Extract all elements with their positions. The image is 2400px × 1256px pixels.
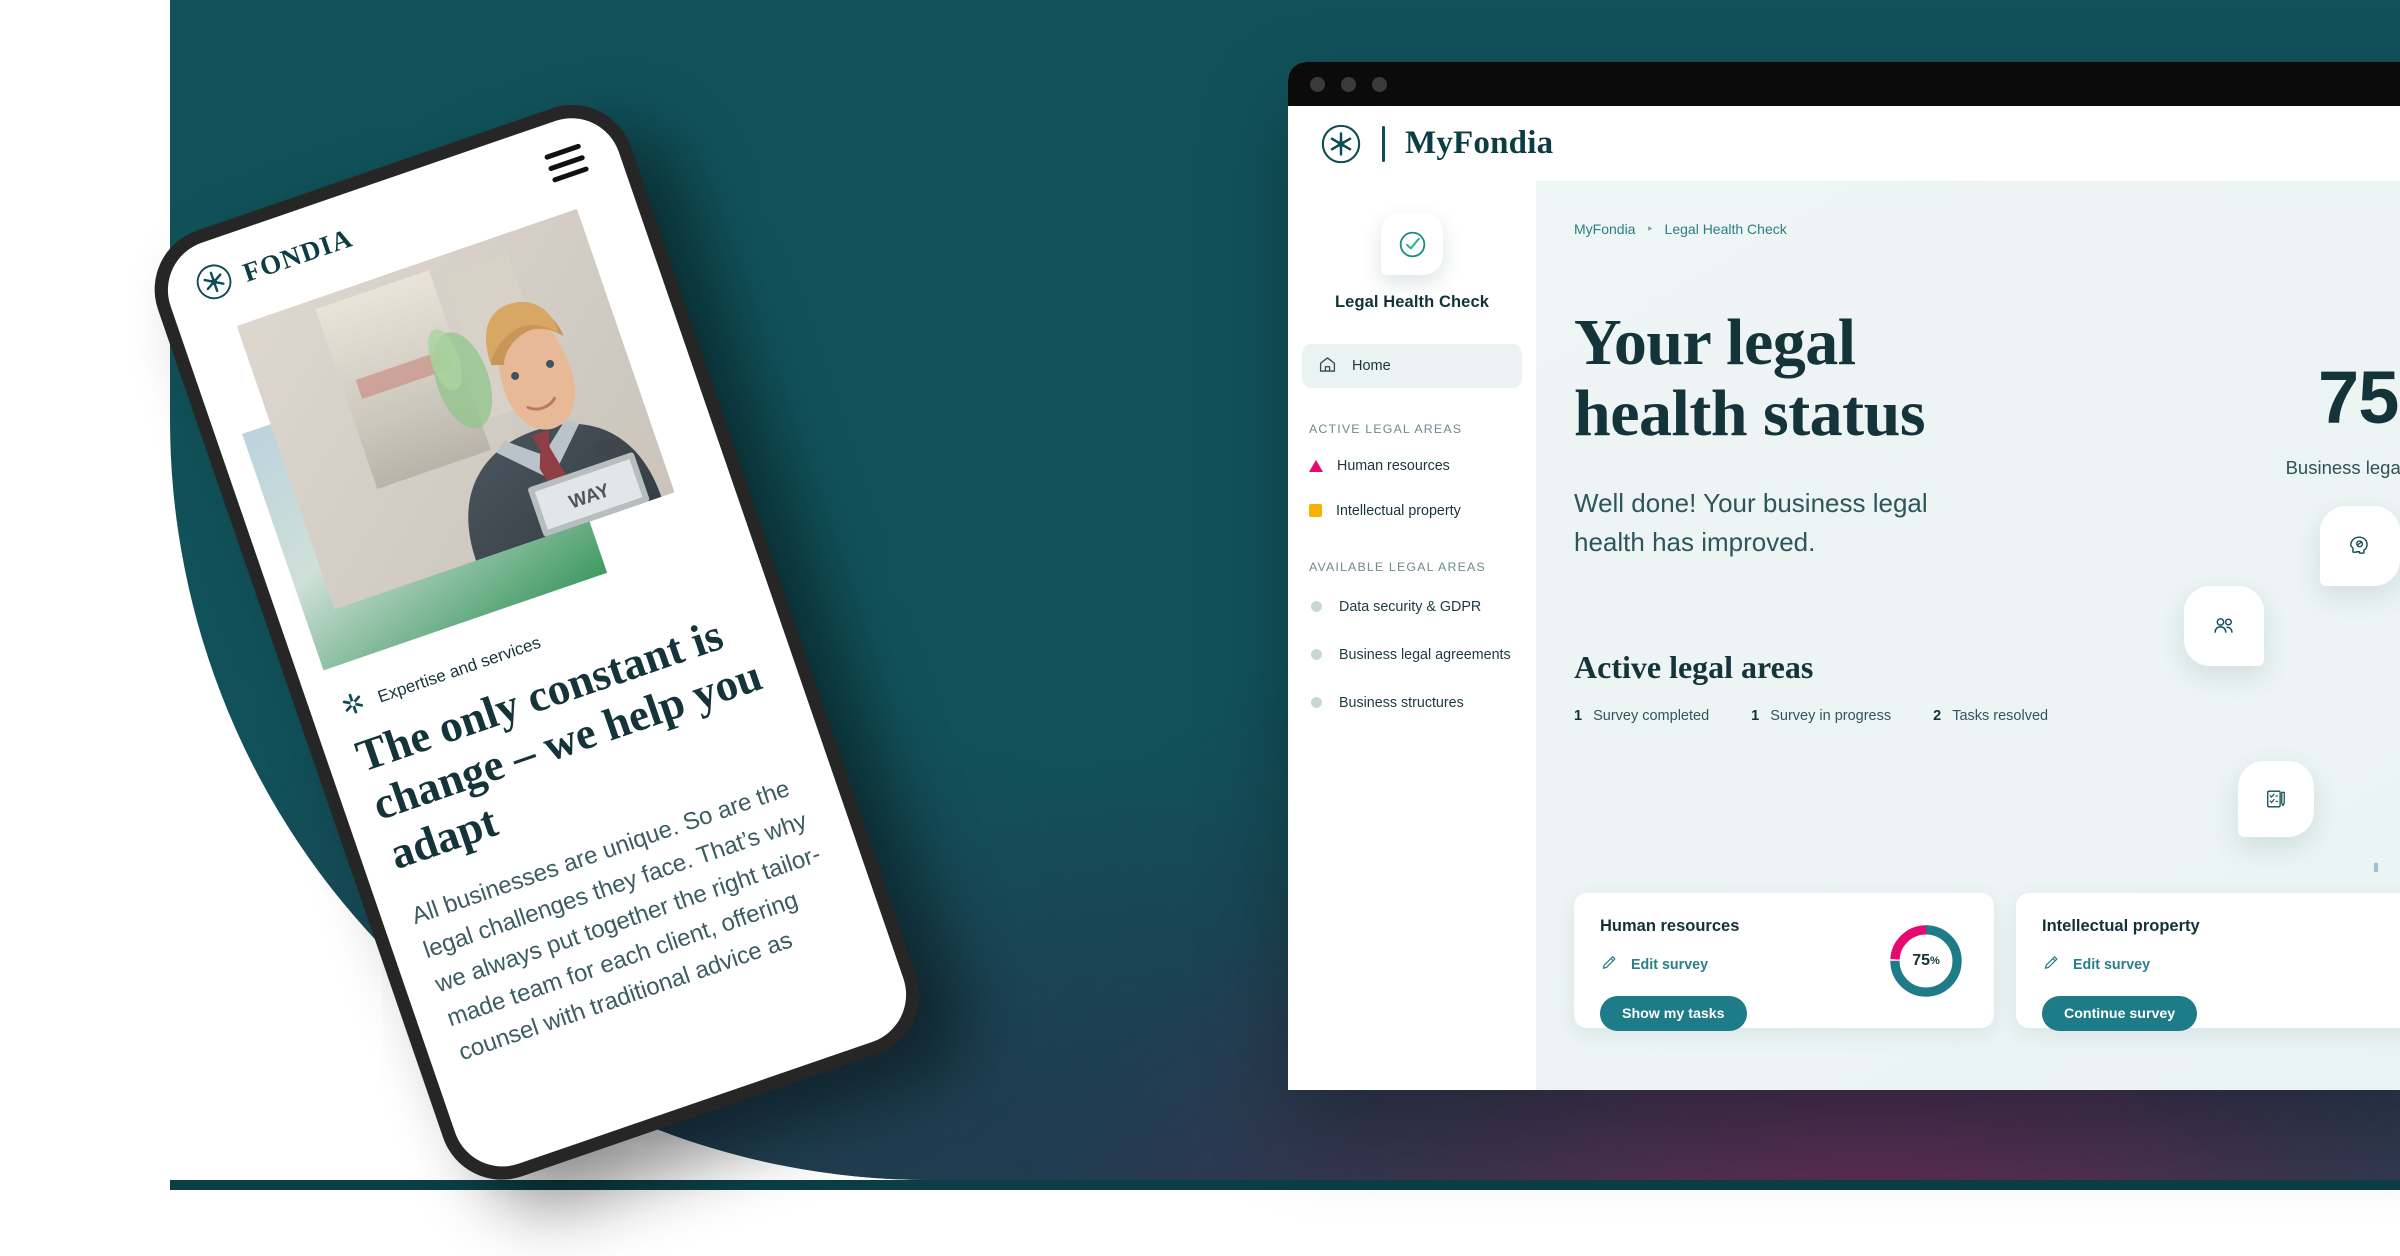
circle-marker-icon: [1311, 601, 1322, 612]
header-divider: [1382, 125, 1385, 162]
stat-survey-completed-count: 1: [1574, 707, 1583, 724]
sidebar: Legal Health Check Home ACTIVE LEGAL ARE…: [1288, 181, 1536, 1090]
browser-window: MyFondia Legal Health Check Home ACTIVE …: [1288, 62, 2400, 1090]
donut-chart-label-group: 75 %: [1884, 919, 1968, 1003]
check-circle-icon: [1381, 213, 1443, 275]
breadcrumb-root-link[interactable]: MyFondia: [1574, 221, 1635, 237]
home-icon: [1318, 355, 1337, 378]
sidebar-item-data-security-gdpr[interactable]: Data security & GDPR: [1302, 591, 1522, 622]
sidebar-item-intellectual-property-label: Intellectual property: [1336, 502, 1461, 519]
circle-marker-icon: [1311, 697, 1322, 708]
card-intellectual-property-edit-row[interactable]: Edit survey: [2042, 953, 2400, 977]
score-value-group: 75 %: [2208, 361, 2400, 435]
stats-row: 1 Survey completed 1 Survey in progress …: [1574, 708, 2400, 724]
card-intellectual-property-title: Intellectual property: [2042, 917, 2200, 935]
donut-chart-value: 75: [1912, 952, 1930, 969]
triangle-marker-icon: [1309, 459, 1323, 472]
card-human-resources-edit-link[interactable]: Edit survey: [1631, 957, 1708, 973]
breadcrumb: MyFondia ‣ Legal Health Check: [1574, 221, 2400, 237]
section-heading-active-legal-areas: Active legal areas: [1574, 648, 1814, 685]
browser-title-bar: [1288, 62, 2400, 106]
decorative-dot-trail: [2368, 831, 2400, 881]
screenshot-stage: MyFondia Legal Health Check Home ACTIVE …: [0, 0, 2400, 1256]
window-maximize-button[interactable]: [1372, 76, 1387, 92]
breadcrumb-separator-icon: ‣: [1646, 222, 1654, 236]
card-intellectual-property[interactable]: Intellectual property Edit survey Contin…: [2016, 893, 2400, 1031]
sidebar-title: Legal Health Check: [1334, 293, 1489, 311]
stat-tasks-resolved-label: Tasks resolved: [1952, 707, 2049, 724]
hamburger-menu-icon[interactable]: [543, 142, 590, 183]
score-cluster: 75 % Business legal health: [2175, 361, 2400, 872]
sidebar-item-home-label: Home: [1352, 358, 1391, 374]
fondia-asterisk-icon: [190, 257, 240, 310]
page-title-line1: Your legal: [1574, 306, 1856, 379]
page-title-line2: health status: [1574, 377, 1926, 451]
main-content: MyFondia ‣ Legal Health Check Your legal…: [1536, 181, 2400, 1090]
sidebar-item-business-structures[interactable]: Business structures: [1302, 687, 1522, 718]
sidebar-item-intellectual-property[interactable]: Intellectual property: [1302, 495, 1522, 526]
score-label: Business legal health: [2285, 457, 2400, 478]
head-thinking-icon: [2311, 497, 2400, 595]
fondia-asterisk-icon: [336, 687, 371, 725]
score-value: 75: [2318, 356, 2399, 439]
stat-survey-in-progress-count: 1: [1751, 707, 1760, 724]
stat-survey-completed: 1 Survey completed: [1574, 708, 1709, 724]
stat-tasks-resolved-count: 2: [1933, 707, 1942, 724]
legal-area-cards: Human resources Edit survey Show my task…: [1574, 893, 2400, 1031]
browser-viewport: MyFondia Legal Health Check Home ACTIVE …: [1288, 106, 2400, 1090]
app-brand-title: MyFondia: [1405, 125, 1554, 161]
breadcrumb-current-link[interactable]: Legal Health Check: [1665, 221, 1787, 237]
window-minimize-button[interactable]: [1341, 76, 1356, 92]
app-content-row: Legal Health Check Home ACTIVE LEGAL ARE…: [1288, 181, 2400, 1090]
sidebar-item-business-legal-agreements[interactable]: Business legal agreements: [1302, 639, 1522, 670]
pencil-icon: [2042, 953, 2061, 977]
square-marker-icon: [1309, 504, 1322, 517]
card-intellectual-property-edit-link[interactable]: Edit survey: [2073, 957, 2150, 973]
checklist-pen-icon: [2229, 752, 2323, 846]
stat-survey-in-progress-label: Survey in progress: [1770, 707, 1892, 724]
sidebar-section-active-heading: ACTIVE LEGAL AREAS: [1309, 422, 1463, 436]
people-group-icon: [2175, 577, 2273, 675]
sidebar-item-home[interactable]: Home: [1302, 344, 1522, 388]
sidebar-item-business-structures-label: Business structures: [1339, 694, 1464, 711]
card-human-resources[interactable]: Human resources Edit survey Show my task…: [1574, 893, 1994, 1031]
show-my-tasks-button[interactable]: Show my tasks: [1600, 996, 1747, 1031]
continue-survey-button[interactable]: Continue survey: [2042, 996, 2198, 1031]
stat-survey-completed-label: Survey completed: [1593, 707, 1710, 724]
sidebar-section-active-items: Human resources Intellectual property: [1302, 450, 1522, 526]
sidebar-item-business-legal-agreements-label: Business legal agreements: [1339, 646, 1511, 663]
page-lead-text: Well done! Your business legal health ha…: [1574, 484, 2400, 563]
fondia-asterisk-icon[interactable]: [1320, 123, 1362, 165]
phone-brand-title: FONDIA: [238, 221, 357, 288]
sidebar-item-human-resources-label: Human resources: [1337, 457, 1450, 474]
app-header: MyFondia: [1288, 106, 2400, 181]
sidebar-item-human-resources[interactable]: Human resources: [1302, 450, 1522, 481]
window-close-button[interactable]: [1310, 76, 1325, 92]
page-lead-line1: Well done! Your business legal: [1574, 487, 1928, 518]
stat-tasks-resolved: 2 Tasks resolved: [1933, 708, 2048, 724]
donut-chart-unit: %: [1930, 955, 1940, 967]
page-lead-line2: health has improved.: [1574, 527, 1816, 558]
donut-chart-human-resources: 75 %: [1884, 919, 1968, 1003]
sidebar-section-available-heading: AVAILABLE LEGAL AREAS: [1309, 560, 1486, 574]
pencil-icon: [1600, 953, 1619, 977]
stat-survey-in-progress: 1 Survey in progress: [1751, 708, 1891, 724]
sidebar-item-data-security-gdpr-label: Data security & GDPR: [1339, 598, 1482, 615]
sidebar-section-available-items: Data security & GDPR Business legal agre…: [1302, 591, 1522, 718]
circle-marker-icon: [1311, 649, 1322, 660]
